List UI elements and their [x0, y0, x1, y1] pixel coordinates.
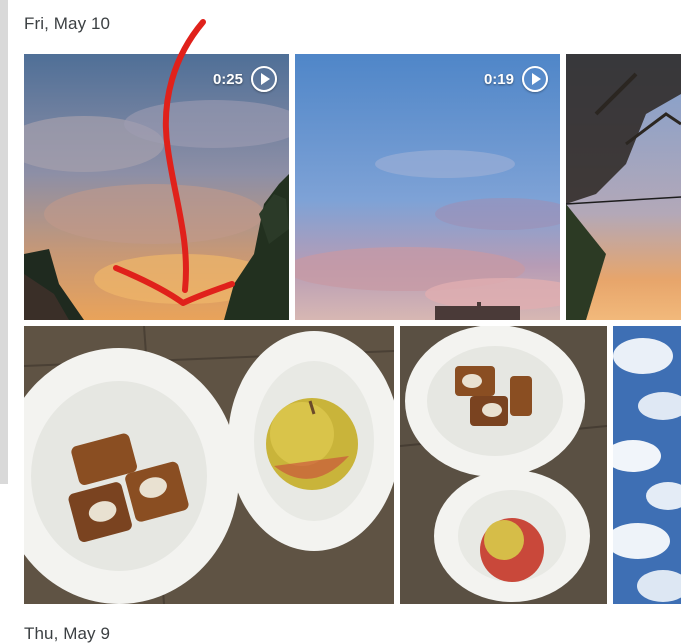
play-icon — [522, 66, 548, 92]
photo-thumbnail-pastries-apple[interactable] — [24, 326, 394, 604]
photo-thumbnail-cloudy-sky[interactable] — [613, 326, 681, 604]
video-duration: 0:19 — [483, 70, 514, 88]
pastries-apple-image — [24, 326, 394, 604]
sunset-image — [24, 54, 289, 320]
video-thumbnail-blue-sky[interactable]: 0:19 — [295, 54, 560, 320]
date-header-thu-may-9: Thu, May 9 — [24, 624, 111, 643]
scrollbar-track[interactable] — [0, 0, 8, 484]
video-duration-badge: 0:19 — [484, 66, 548, 92]
video-thumbnail-sunset[interactable]: 0:25 — [24, 54, 289, 320]
photo-thumbnail-tree-sunset[interactable] — [566, 54, 681, 320]
video-duration-badge: 0:25 — [213, 66, 277, 92]
photo-thumbnail-bowls[interactable] — [400, 326, 607, 604]
video-duration: 0:25 — [212, 70, 243, 88]
blue-sky-image — [295, 54, 560, 320]
tree-sunset-image — [566, 54, 681, 320]
play-icon — [251, 66, 277, 92]
bowls-image — [400, 326, 607, 604]
date-header-fri-may-10: Fri, May 10 — [24, 14, 111, 33]
cloudy-sky-image — [613, 326, 681, 604]
